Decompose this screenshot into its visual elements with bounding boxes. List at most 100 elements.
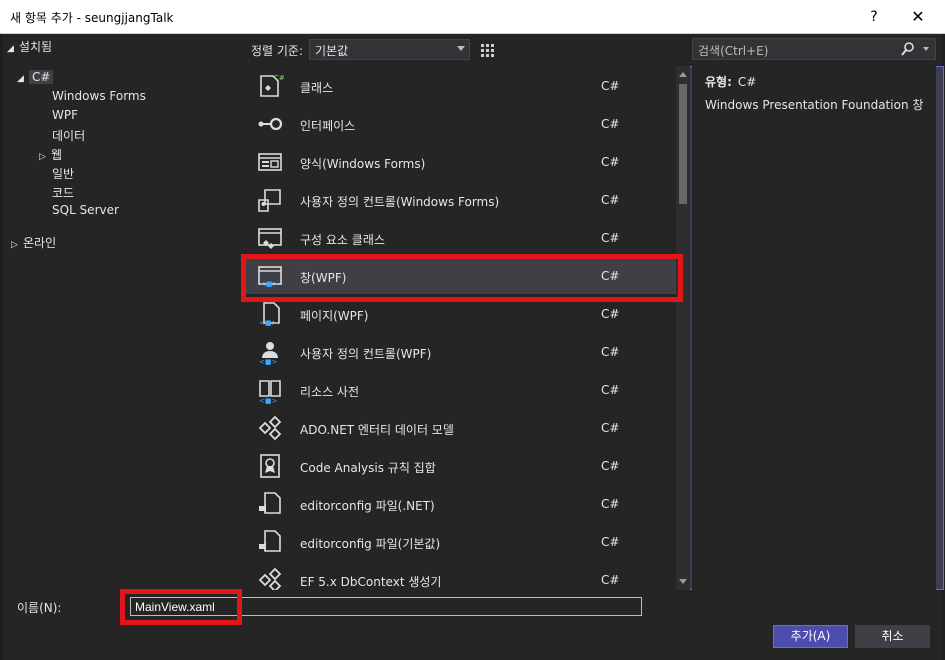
template-item-interface[interactable]: 인터페이스 C#: [246, 106, 676, 142]
close-button[interactable]: ✕: [905, 6, 931, 28]
form-icon: [258, 153, 282, 171]
svg-text:<■>: <■>: [259, 397, 277, 404]
tree-item-sql-server[interactable]: SQL Server: [52, 203, 119, 217]
template-language: C#: [601, 231, 620, 245]
small-icons-view-button[interactable]: [476, 39, 498, 60]
template-list-scrollbar[interactable]: [676, 66, 690, 590]
svg-text:C#: C#: [274, 74, 284, 82]
wpf-page-icon: <■>: [259, 302, 280, 327]
type-value: C#: [737, 75, 757, 89]
sort-by-value: 기본값: [315, 44, 349, 58]
search-icon[interactable]: [901, 41, 915, 57]
template-language: C#: [601, 383, 620, 397]
scroll-up-arrow-icon[interactable]: [679, 72, 687, 77]
sort-by-dropdown[interactable]: 기본값: [309, 39, 470, 60]
template-name: 양식(Windows Forms): [300, 157, 426, 171]
scroll-down-arrow-icon[interactable]: [679, 579, 687, 584]
class-icon: C#: [260, 74, 284, 97]
template-language: C#: [601, 117, 620, 131]
chevron-down-icon[interactable]: [923, 47, 929, 51]
collapsed-triangle-icon[interactable]: ▷: [39, 152, 51, 162]
template-language: C#: [601, 193, 620, 207]
add-button[interactable]: 추가(A): [773, 625, 848, 648]
template-name: ADO.NET 엔터티 데이터 모델: [300, 423, 454, 437]
ado-model-icon: [258, 415, 282, 441]
template-language: C#: [601, 79, 620, 93]
template-name: 클래스: [300, 81, 334, 95]
template-language: C#: [601, 421, 620, 435]
search-input[interactable]: 검색(Ctrl+E): [692, 38, 936, 60]
chevron-down-icon: [457, 46, 465, 51]
template-item-user-control-forms[interactable]: 사용자 정의 컨트롤(Windows Forms) C#: [246, 182, 676, 218]
template-item-wpf-user-control[interactable]: <■> 사용자 정의 컨트롤(WPF) C#: [246, 334, 676, 370]
template-item-windows-form[interactable]: 양식(Windows Forms) C#: [246, 144, 676, 180]
name-label: 이름(N):: [17, 601, 62, 615]
scrollbar-thumb[interactable]: [679, 84, 687, 204]
template-language: C#: [601, 345, 620, 359]
template-name: 페이지(WPF): [300, 309, 369, 323]
svg-text:<■>: <■>: [260, 280, 278, 288]
tree-header-installed[interactable]: ◢ 설치됨: [7, 38, 52, 58]
tree-item-web[interactable]: ▷ 웹: [39, 146, 62, 163]
template-name: EF 5.x DbContext 생성기: [300, 575, 442, 589]
help-button[interactable]: ?: [862, 6, 886, 28]
type-label: 유형:: [705, 75, 732, 89]
template-language: C#: [601, 307, 620, 321]
wpf-user-control-icon: <■>: [259, 342, 278, 366]
ruleset-icon: [260, 454, 280, 478]
template-item-editorconfig-net[interactable]: editorconfig 파일(.NET) C#: [246, 486, 676, 522]
template-name: Code Analysis 규칙 집합: [300, 461, 436, 475]
tree-item-general[interactable]: 일반: [52, 165, 74, 182]
collapsed-triangle-icon[interactable]: ▷: [11, 240, 23, 250]
template-name: 리소스 사전: [300, 385, 360, 399]
component-class-icon: [258, 228, 282, 249]
window-title: 새 항목 추가 - seungjjangTalk: [10, 11, 174, 25]
title-bar: 새 항목 추가 - seungjjangTalk ? ✕: [0, 0, 945, 34]
tree-item-online[interactable]: ▷ 온라인: [11, 234, 56, 251]
template-name: 인터페이스: [300, 119, 356, 133]
template-item-class[interactable]: C# 클래스 C#: [246, 68, 676, 104]
svg-text:<■>: <■>: [259, 319, 277, 327]
user-control-icon: [258, 189, 281, 212]
name-input[interactable]: [130, 597, 642, 616]
cancel-button[interactable]: 취소: [855, 625, 930, 648]
expanded-triangle-icon: ◢: [17, 74, 24, 84]
template-name: 사용자 정의 컨트롤(Windows Forms): [300, 195, 500, 209]
template-name: 사용자 정의 컨트롤(WPF): [300, 347, 432, 361]
tree-header-label: 설치됨: [18, 40, 53, 54]
template-item-component-class[interactable]: 구성 요소 클래스 C#: [246, 220, 676, 256]
tree-item-label: 온라인: [23, 236, 57, 250]
template-type: 유형: C#: [705, 73, 756, 90]
template-name: 구성 요소 클래스: [300, 233, 385, 247]
template-item-wpf-page[interactable]: <■> 페이지(WPF) C#: [246, 296, 676, 332]
template-list: C# 클래스 C# 인터페이스 C# 양식(Windows Forms) C# …: [246, 66, 690, 590]
grid-icon: [481, 44, 494, 57]
tree-item-code[interactable]: 코드: [52, 184, 74, 201]
template-item-editorconfig-default[interactable]: editorconfig 파일(기본값) C#: [246, 524, 676, 560]
template-item-ado-entity-model[interactable]: ADO.NET 엔터티 데이터 모델 C#: [246, 410, 676, 446]
tree-item-wpf[interactable]: WPF: [52, 108, 78, 122]
template-description: Windows Presentation Foundation 창: [705, 98, 924, 112]
template-language: C#: [601, 535, 620, 549]
template-item-wpf-window[interactable]: <■> 창(WPF) C#: [246, 258, 676, 294]
template-language: C#: [601, 269, 620, 283]
tree-item-csharp[interactable]: ◢ C#: [17, 70, 54, 84]
tree-item-windows-forms[interactable]: Windows Forms: [52, 89, 146, 103]
wpf-window-icon: <■>: [258, 266, 282, 288]
tree-item-data[interactable]: 데이터: [52, 127, 85, 144]
template-name: editorconfig 파일(기본값): [300, 537, 441, 551]
template-language: C#: [601, 573, 620, 587]
ef-generator-icon: [258, 567, 282, 590]
template-item-code-analysis-ruleset[interactable]: Code Analysis 규칙 집합 C#: [246, 448, 676, 484]
sort-by-label: 정렬 기준:: [251, 44, 304, 58]
svg-text:<■>: <■>: [259, 358, 277, 366]
category-tree: ◢ 설치됨 ◢ C# Windows Forms WPF 데이터 ▷ 웹 일반 코드 …: [3, 34, 241, 590]
template-details-panel: 유형: C# Windows Presentation Foundation 창: [692, 66, 936, 590]
search-placeholder: 검색(Ctrl+E): [698, 44, 769, 58]
template-item-ef-dbcontext-generator[interactable]: EF 5.x DbContext 생성기 C#: [246, 562, 676, 590]
editorconfig-icon: [259, 530, 281, 552]
template-name: 창(WPF): [300, 271, 347, 285]
interface-icon: [258, 117, 283, 131]
template-language: C#: [601, 155, 620, 169]
template-item-resource-dictionary[interactable]: <■> 리소스 사전 C#: [246, 372, 676, 408]
